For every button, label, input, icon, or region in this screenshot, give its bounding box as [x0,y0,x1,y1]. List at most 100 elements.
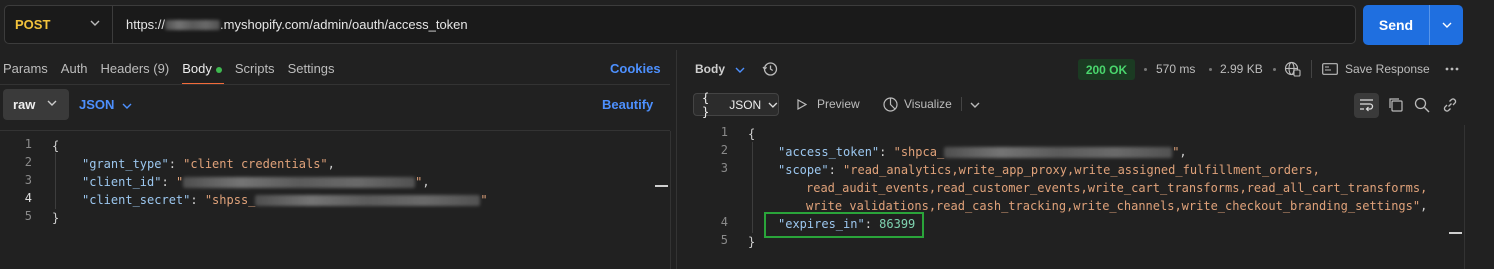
chevron-down-icon [735,67,745,73]
json-key: "scope" [778,163,829,177]
code-line: "access_token": "shpca_ ", [778,143,1187,161]
network-globe-icon[interactable] [1284,61,1301,77]
indent-guide [752,142,753,233]
json-key: "grant_type" [82,157,169,171]
comma: , [1179,145,1187,159]
json-value-open: "shpca_ [893,145,945,159]
line-number: 2 [24,155,32,169]
tab-settings[interactable]: Settings [288,61,335,76]
line-number: 1 [24,137,32,151]
separator-dot [1144,68,1147,71]
chevron-down-icon [768,102,778,108]
scrollbar-track [1464,125,1465,269]
json-value-open: " [175,175,184,189]
method-select[interactable]: POST [5,6,113,43]
copy-icon[interactable] [1388,97,1403,112]
chevron-down-icon [122,103,132,109]
response-size[interactable]: 2.99 KB [1220,62,1263,76]
redacted-client-id [183,177,416,188]
tab-headers[interactable]: Headers (9) [101,61,170,76]
line-number: 5 [24,209,32,223]
more-options-icon[interactable] [1445,67,1459,71]
response-time[interactable]: 570 ms [1156,62,1195,76]
code-line-wrap: read_audit_events,read_customer_events,w… [806,181,1428,195]
code-brace: } [52,211,60,225]
tab-auth[interactable]: Auth [61,61,88,76]
json-key: "client_id" [82,175,162,189]
body-format-label: JSON [79,97,115,112]
json-key: "client_secret" [82,193,191,207]
json-value-open: "shpss_ [204,193,256,207]
json-value: write_validations,read_cash_tracking,wri… [806,199,1421,213]
json-key: "access_token" [778,145,880,159]
wrap-lines-icon [1360,99,1374,112]
colon: : [190,193,205,207]
highlight-box [764,212,924,238]
cookies-link[interactable]: Cookies [610,61,661,76]
response-body-select[interactable]: Body [695,62,725,76]
code-line: "client_secret": "shpss_ " [82,191,488,209]
pane-divider [676,50,677,269]
tab-scripts[interactable]: Scripts [235,61,275,76]
send-options-button[interactable] [1430,22,1463,28]
response-format-select[interactable]: { } JSON [693,90,779,119]
line-number: 4 [720,215,728,229]
chevron-down-icon[interactable] [970,102,980,108]
redacted-store-name [165,19,221,30]
code-line: "scope": "read_analytics,write_app_proxy… [778,161,1320,179]
minimap-marker [1449,232,1462,234]
url-bar: POST https:// .myshopify.com/admin/oauth… [4,5,1356,44]
url-suffix: .myshopify.com/admin/oauth/access_token [220,17,468,32]
json-value: "client credentials" [183,157,328,171]
url-input[interactable]: https:// .myshopify.com/admin/oauth/acce… [113,17,468,32]
visualize-button[interactable]: Visualize [904,97,952,111]
body-mode-label: raw [13,97,36,112]
save-response-button[interactable]: Save Response [1345,62,1430,76]
search-icon[interactable] [1414,97,1430,113]
line-number: 4 [24,191,32,205]
visualize-icon [883,97,898,112]
code-brace: } [748,235,756,249]
comma: , [422,175,430,189]
divider [0,130,670,131]
play-icon [797,99,807,110]
link-icon[interactable] [1442,97,1458,113]
code-line: "client_id": " ", [82,173,430,191]
separator-dot [1209,68,1212,71]
body-mode-select[interactable]: raw [3,89,69,120]
send-label: Send [1378,17,1414,33]
line-number: 3 [24,173,32,187]
redacted-client-secret [255,195,481,206]
line-number: 3 [720,161,728,175]
chevron-down-icon [47,100,57,106]
line-number: 1 [720,125,728,139]
scrollbar-track [670,131,671,269]
code-brace: { [52,139,60,153]
wrap-lines-button[interactable] [1354,93,1379,118]
separator-dot [1273,68,1276,71]
colon: : [161,175,176,189]
chevron-down-icon [1442,22,1451,28]
code-brace: { [748,127,756,141]
history-icon[interactable] [762,61,778,77]
save-response-icon [1322,63,1338,75]
url-prefix: https:// [126,17,166,32]
tab-body[interactable]: Body [182,61,224,85]
body-status-dot [215,66,222,73]
json-value-close: " [480,193,488,207]
line-number: 2 [720,143,728,157]
comma: , [1420,199,1428,213]
preview-button[interactable]: Preview [817,97,860,111]
redacted-access-token [944,147,1173,158]
status-badge[interactable]: 200 OK [1078,59,1135,80]
divider [961,97,962,111]
request-tabs: Params Auth Headers (9) Body Scripts Set… [3,61,348,85]
tab-params[interactable]: Params [3,61,48,76]
braces-icon: { } [702,90,710,119]
body-format-select[interactable]: JSON [79,97,132,112]
divider [1311,60,1312,78]
beautify-button[interactable]: Beautify [602,97,653,112]
send-button[interactable]: Send [1363,5,1463,45]
chevron-down-icon [90,20,100,26]
line-number: 5 [720,233,728,247]
